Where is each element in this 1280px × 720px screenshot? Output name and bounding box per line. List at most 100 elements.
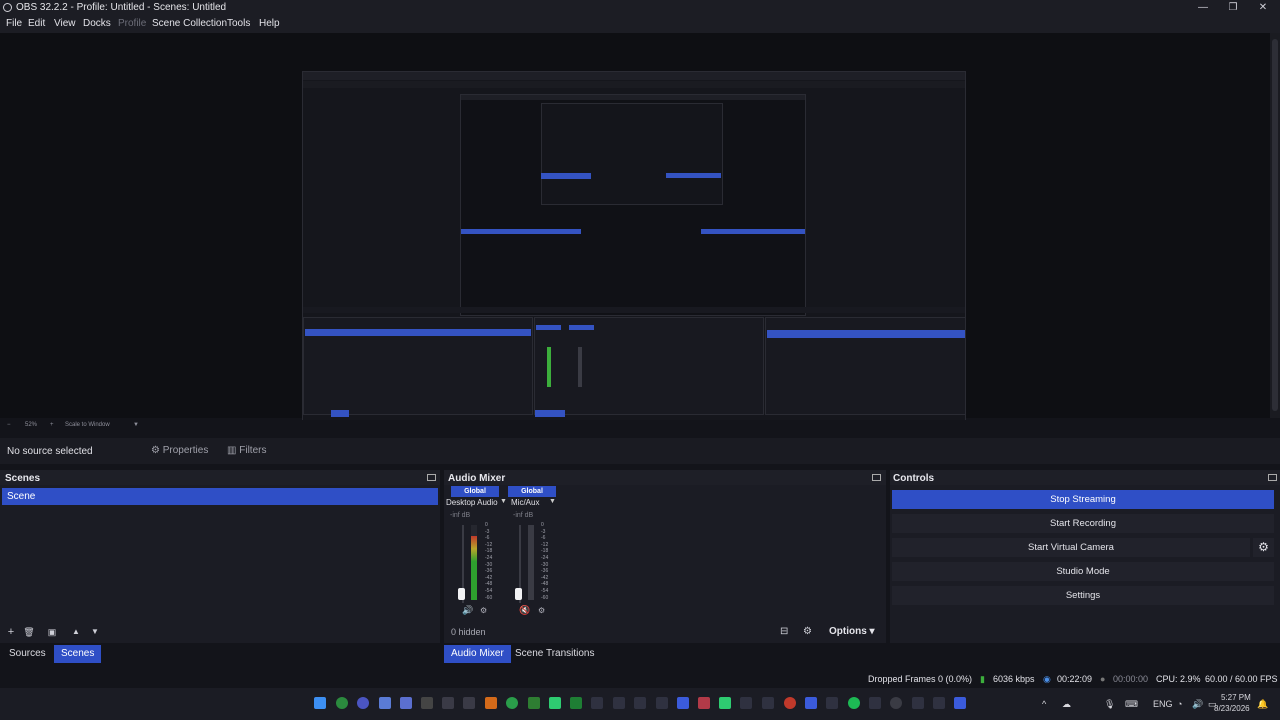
undock-icon[interactable] xyxy=(427,474,436,481)
zoom-in-button[interactable]: + xyxy=(50,422,54,428)
app-icon[interactable] xyxy=(826,697,838,709)
mic-muted-icon[interactable]: 🔇 xyxy=(519,605,530,616)
excel-icon[interactable] xyxy=(570,697,582,709)
menu-help[interactable]: Help xyxy=(259,18,280,29)
minimize-button[interactable]: — xyxy=(1188,0,1218,16)
app-icon[interactable] xyxy=(869,697,881,709)
scene-list-item[interactable]: Scene xyxy=(2,488,438,505)
spotify-icon[interactable] xyxy=(848,697,860,709)
menu-scene-collection[interactable]: Scene Collection xyxy=(152,18,227,29)
chevron-up-icon[interactable]: ^ xyxy=(1042,699,1046,709)
chrome-icon[interactable] xyxy=(336,697,348,709)
notification-icon[interactable]: 🔔 xyxy=(1257,699,1268,710)
channel-settings-icon[interactable]: ⚙ xyxy=(480,606,487,615)
app-icon[interactable] xyxy=(463,697,475,709)
app-icon[interactable] xyxy=(357,697,369,709)
app-icon[interactable] xyxy=(677,697,689,709)
stop-streaming-button[interactable]: Stop Streaming xyxy=(892,490,1274,509)
app-icon[interactable] xyxy=(912,697,924,709)
scale-mode-select[interactable]: Scale to Window xyxy=(65,422,110,428)
tab-scenes[interactable]: Scenes xyxy=(54,645,102,663)
desktop-audio-volume-slider[interactable] xyxy=(458,588,465,600)
app-icon[interactable] xyxy=(656,697,668,709)
app-icon[interactable] xyxy=(719,697,731,709)
app-icon[interactable] xyxy=(379,697,391,709)
move-down-icon[interactable]: ▼ xyxy=(89,626,101,638)
keyboard-icon[interactable]: ⌨ xyxy=(1125,699,1138,710)
start-recording-button[interactable]: Start Recording xyxy=(892,514,1274,533)
studio-mode-button[interactable]: Studio Mode xyxy=(892,562,1274,581)
app-icon[interactable] xyxy=(698,697,710,709)
app-icon[interactable] xyxy=(442,697,454,709)
chevron-down-icon[interactable]: ▼ xyxy=(500,498,507,505)
wifi-icon[interactable]: ◔ xyxy=(1177,699,1182,709)
filters-button[interactable]: ▥ Filters xyxy=(227,443,266,459)
add-scene-icon[interactable]: + xyxy=(5,626,17,638)
remove-scene-icon[interactable]: 🗑 xyxy=(23,626,35,638)
app-icon[interactable] xyxy=(506,697,518,709)
clock-date[interactable]: 8/23/2026 xyxy=(1214,704,1250,713)
app-icon[interactable] xyxy=(613,697,625,709)
start-virtual-camera-button[interactable]: Start Virtual Camera xyxy=(892,538,1250,557)
menu-profile[interactable]: Profile xyxy=(118,18,146,29)
layout-toggle-icon[interactable]: ⊟ xyxy=(780,626,788,637)
settings-button[interactable]: Settings xyxy=(892,586,1274,605)
meter-scale-label: -48 xyxy=(541,581,549,588)
move-up-icon[interactable]: ▲ xyxy=(70,626,82,638)
app-icon[interactable] xyxy=(933,697,945,709)
meter-scale-label: -24 xyxy=(485,554,493,561)
record-icon: ● xyxy=(1100,674,1106,684)
volume-icon[interactable]: 🔊 xyxy=(1192,699,1203,710)
undock-icon[interactable] xyxy=(1268,474,1277,481)
chevron-down-icon[interactable]: ▼ xyxy=(133,422,139,428)
app-icon[interactable] xyxy=(549,697,561,709)
options-button[interactable]: Options ▾ xyxy=(829,626,875,637)
scenes-title: Scenes xyxy=(5,473,41,484)
scene-filters-icon[interactable]: ▣ xyxy=(46,626,58,638)
speaker-icon[interactable]: 🔊 xyxy=(462,605,473,616)
app-icon[interactable] xyxy=(528,697,540,709)
app-icon[interactable] xyxy=(591,697,603,709)
desktop-audio-scale: 0 -3 -6 -12 -18 -24 -30 -36 -42 -48 -54 -60 xyxy=(485,522,492,601)
tiktok-icon[interactable] xyxy=(421,697,433,709)
mic-aux-name[interactable]: Mic/Aux xyxy=(511,498,539,507)
app-icon[interactable] xyxy=(634,697,646,709)
app-icon[interactable] xyxy=(954,697,966,709)
undock-icon[interactable] xyxy=(872,474,881,481)
virtual-camera-settings-icon[interactable]: ⚙ xyxy=(1253,538,1274,557)
tab-scene-transitions[interactable]: Scene Transitions xyxy=(508,645,602,663)
clock-time[interactable]: 5:27 PM xyxy=(1221,693,1251,702)
menu-view[interactable]: View xyxy=(54,18,76,29)
menu-docks[interactable]: Docks xyxy=(83,18,111,29)
cloud-icon[interactable]: ☁ xyxy=(1062,699,1071,710)
maximize-button[interactable]: ❐ xyxy=(1218,0,1248,16)
preview-canvas[interactable] xyxy=(0,33,1270,431)
window-title: OBS 32.2.2 - Profile: Untitled - Scenes:… xyxy=(16,2,227,13)
language-indicator[interactable]: ENG xyxy=(1153,699,1173,709)
meter-scale-label: -54 xyxy=(485,587,493,594)
advanced-properties-icon[interactable]: ⚙ xyxy=(803,626,812,637)
desktop-audio-name[interactable]: Desktop Audio xyxy=(446,498,498,507)
start-icon[interactable] xyxy=(314,697,326,709)
menu-edit[interactable]: Edit xyxy=(28,18,45,29)
app-icon[interactable] xyxy=(784,697,796,709)
mic-aux-volume-slider[interactable] xyxy=(515,588,522,600)
obs-taskbar-icon[interactable] xyxy=(890,697,902,709)
tab-sources[interactable]: Sources xyxy=(2,645,53,663)
meter-scale-label: 0 xyxy=(541,522,544,528)
app-icon[interactable] xyxy=(805,697,817,709)
menu-file[interactable]: File xyxy=(6,18,22,29)
menu-tools[interactable]: Tools xyxy=(227,18,250,29)
app-icon[interactable] xyxy=(485,697,497,709)
app-icon[interactable] xyxy=(740,697,752,709)
close-button[interactable]: ✕ xyxy=(1248,0,1278,16)
chevron-down-icon[interactable]: ▼ xyxy=(549,498,556,505)
mic-icon[interactable]: 🎙 xyxy=(1104,699,1115,710)
zoom-out-button[interactable]: − xyxy=(7,422,11,428)
tab-audio-mixer[interactable]: Audio Mixer xyxy=(444,645,511,663)
channel-settings-icon[interactable]: ⚙ xyxy=(538,606,545,615)
properties-button[interactable]: ⚙ Properties xyxy=(151,443,208,459)
app-icon[interactable] xyxy=(762,697,774,709)
preview-scrollbar[interactable] xyxy=(1270,33,1280,418)
app-icon[interactable] xyxy=(400,697,412,709)
